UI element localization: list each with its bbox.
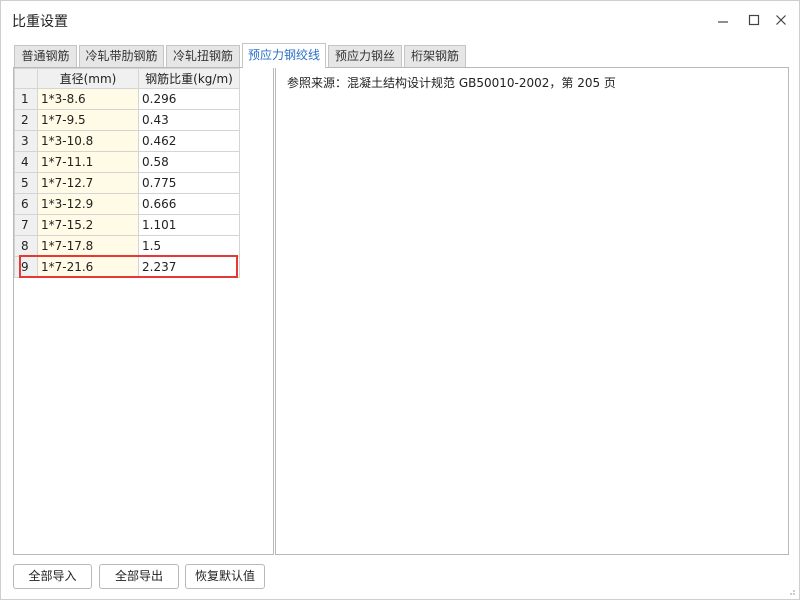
dialog-title: 比重设置 [12,14,68,30]
row-number[interactable]: 9 [14,256,38,278]
table-row[interactable]: 5 1*7-12.7 0.775 [14,172,240,194]
weight-settings-dialog: 比重设置 普通钢筋 冷轧带肋钢筋 冷轧扭钢筋 预应力钢绞线 预应力钢丝 桁架钢筋 [0,0,800,600]
table-row[interactable]: 4 1*7-11.1 0.58 [14,151,240,173]
table-row[interactable]: 7 1*7-15.2 1.101 [14,214,240,236]
table-row[interactable]: 8 1*7-17.8 1.5 [14,235,240,257]
diameter-column-header: 直径(mm) [37,68,139,89]
diameter-cell[interactable]: 1*3-8.6 [37,88,139,110]
tab-prestressed-wire[interactable]: 预应力钢丝 [328,45,402,67]
weight-cell[interactable]: 0.58 [138,151,240,173]
title-bar: 比重设置 [1,1,799,41]
close-button[interactable] [768,9,794,31]
maximize-button[interactable] [741,9,767,31]
table-row[interactable]: 6 1*3-12.9 0.666 [14,193,240,215]
weight-cell[interactable]: 1.101 [138,214,240,236]
row-number[interactable]: 5 [14,172,38,194]
weight-cell[interactable]: 0.666 [138,193,240,215]
weight-cell[interactable]: 2.237 [138,256,240,278]
row-number[interactable]: 6 [14,193,38,215]
maximize-icon [748,14,760,26]
diameter-cell[interactable]: 1*7-12.7 [37,172,139,194]
diameter-cell[interactable]: 1*3-10.8 [37,130,139,152]
reference-source-text: 参照来源：混凝土结构设计规范 GB50010-2002，第 205 页 [287,76,616,90]
table-header-row: 直径(mm) 钢筋比重(kg/m) [14,68,240,89]
tab-truss-rebar[interactable]: 桁架钢筋 [404,45,466,67]
diameter-cell[interactable]: 1*7-15.2 [37,214,139,236]
weight-cell[interactable]: 1.5 [138,235,240,257]
diameter-cell[interactable]: 1*3-12.9 [37,193,139,215]
table-row[interactable]: 2 1*7-9.5 0.43 [14,109,240,131]
export-all-button[interactable]: 全部导出 [99,564,179,589]
close-icon [776,15,786,25]
diameter-cell[interactable]: 1*7-17.8 [37,235,139,257]
weight-cell[interactable]: 0.462 [138,130,240,152]
weight-column-header: 钢筋比重(kg/m) [138,68,240,89]
tab-plain-rebar[interactable]: 普通钢筋 [14,45,77,67]
weight-cell[interactable]: 0.775 [138,172,240,194]
weight-cell[interactable]: 0.43 [138,109,240,131]
row-number[interactable]: 8 [14,235,38,257]
diameter-cell[interactable]: 1*7-21.6 [37,256,139,278]
row-number[interactable]: 2 [14,109,38,131]
table-row[interactable]: 1 1*3-8.6 0.296 [14,88,240,110]
minimize-icon [718,21,728,23]
table-row[interactable]: 3 1*3-10.8 0.462 [14,130,240,152]
weight-table: 直径(mm) 钢筋比重(kg/m) 1 1*3-8.6 0.296 2 1*7-… [14,68,240,278]
row-number[interactable]: 7 [14,214,38,236]
row-number[interactable]: 4 [14,151,38,173]
reference-pane: 参照来源：混凝土结构设计规范 GB50010-2002，第 205 页 [275,67,789,555]
tab-cold-rolled-twisted[interactable]: 冷轧扭钢筋 [166,45,240,67]
tab-prestressed-strand[interactable]: 预应力钢绞线 [242,43,326,68]
row-number[interactable]: 1 [14,88,38,110]
row-number-header [14,68,38,89]
tab-cold-rolled-ribbed[interactable]: 冷轧带肋钢筋 [79,45,164,67]
weight-table-pane: 直径(mm) 钢筋比重(kg/m) 1 1*3-8.6 0.296 2 1*7-… [13,67,274,555]
import-all-button[interactable]: 全部导入 [13,564,92,589]
restore-default-button[interactable]: 恢复默认值 [185,564,265,589]
row-number[interactable]: 3 [14,130,38,152]
weight-cell[interactable]: 0.296 [138,88,240,110]
diameter-cell[interactable]: 1*7-9.5 [37,109,139,131]
table-row-highlighted[interactable]: 9 1*7-21.6 2.237 [14,256,240,278]
resize-grip-icon[interactable] [786,586,796,596]
diameter-cell[interactable]: 1*7-11.1 [37,151,139,173]
minimize-button[interactable] [710,9,736,31]
